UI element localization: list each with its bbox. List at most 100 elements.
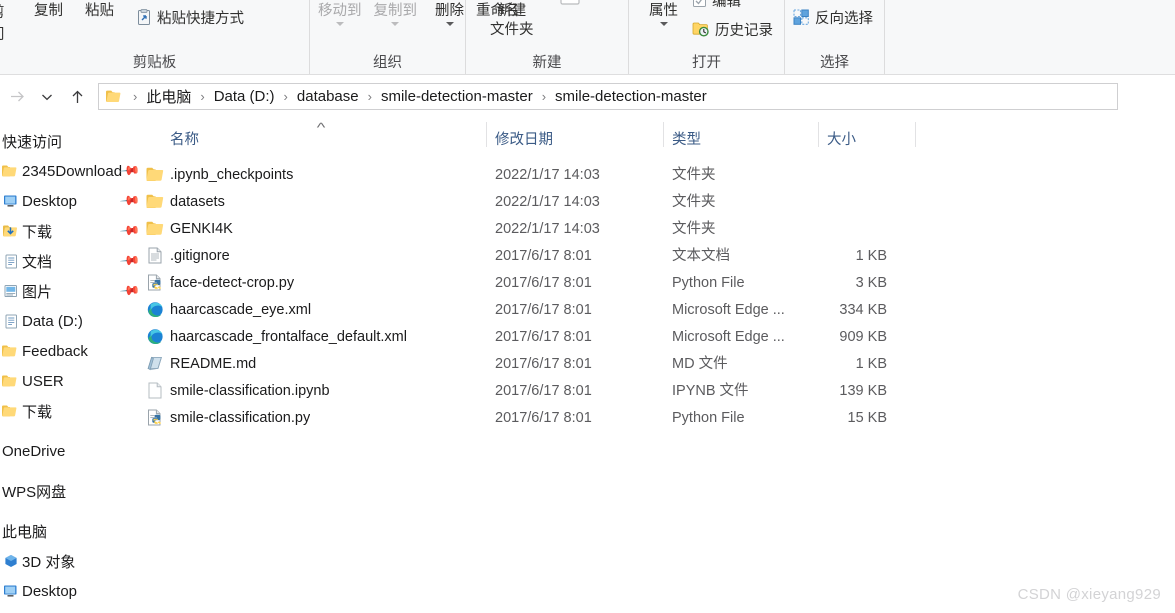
column-header-type[interactable]: 类型 xyxy=(672,128,701,149)
sidebar-item-desktop-2-label: Desktop xyxy=(22,582,78,600)
column-header-date[interactable]: 修改日期 xyxy=(495,128,553,149)
file-list[interactable]: .ipynb_checkpoints 2022/1/17 14:03 文件夹 d… xyxy=(146,162,1175,613)
sidebar-section-this-pc[interactable]: 此电脑 xyxy=(0,516,146,546)
breadcrumb-item-1[interactable]: Data (D:) xyxy=(212,88,277,105)
downloads-icon xyxy=(0,222,18,240)
file-type: Python File xyxy=(672,410,745,426)
breadcrumb-item-4[interactable]: smile-detection-master xyxy=(553,88,709,105)
sidebar-item-documents[interactable]: 文档 📌 xyxy=(0,246,146,276)
delete-button[interactable]: 删除 xyxy=(429,2,470,26)
ribbon-group-clipboard: 剪 问 复制 粘贴 xyxy=(0,0,310,74)
file-type: MD 文件 xyxy=(672,356,728,372)
copy-button[interactable]: 复制 xyxy=(28,0,69,21)
recent-locations-chevron-down-icon[interactable] xyxy=(32,82,62,112)
table-row[interactable]: GENKI4K 2022/1/17 14:03 文件夹 xyxy=(146,216,1175,243)
table-row[interactable]: haarcascade_eye.xml 2017/6/17 8:01 Micro… xyxy=(146,297,1175,324)
address-input[interactable]: › 此电脑 › Data (D:) › database › smile-det… xyxy=(98,83,1118,110)
history-button-label: 历史记录 xyxy=(715,22,773,39)
pin-icon[interactable]: 📌 xyxy=(119,190,141,213)
up-arrow-icon[interactable] xyxy=(62,82,92,112)
file-name: smile-classification.py xyxy=(170,410,311,426)
file-name: .ipynb_checkpoints xyxy=(170,167,294,183)
column-divider-2[interactable] xyxy=(818,122,819,147)
sidebar-item-desktop-label: Desktop xyxy=(22,192,78,210)
md-file-icon xyxy=(146,355,165,374)
table-row[interactable]: .ipynb_checkpoints 2022/1/17 14:03 文件夹 xyxy=(146,162,1175,189)
move-to-caret-icon xyxy=(335,22,344,26)
file-type: 文本文档 xyxy=(672,248,730,264)
pin-icon[interactable]: 📌 xyxy=(119,280,141,303)
file-name: haarcascade_eye.xml xyxy=(170,302,312,318)
new-folder-button[interactable]: 新建 文件夹 xyxy=(484,2,540,40)
sidebar-item-2345download[interactable]: 2345Download 📌 xyxy=(0,156,146,186)
sidebar-item-data-d[interactable]: Data (D:) xyxy=(0,306,146,336)
column-divider-0[interactable] xyxy=(486,122,487,147)
sidebar-section-quick-access[interactable]: 快速访问 xyxy=(0,126,146,156)
sidebar-item-data-d-label: Data (D:) xyxy=(22,312,83,330)
sidebar-item-desktop-2[interactable]: Desktop xyxy=(0,576,146,606)
breadcrumb-item-0[interactable]: 此电脑 xyxy=(144,86,193,107)
edit-checkbox-icon xyxy=(692,0,707,8)
copy-to-button[interactable]: 复制到 xyxy=(368,2,424,26)
invert-selection-button[interactable]: 反向选择 xyxy=(793,4,873,30)
ribbon-group-open-body: 属性 编辑 历史记录 xyxy=(629,0,784,53)
sidebar-item-3d-objects[interactable]: 3D 对象 xyxy=(0,546,146,576)
pictures-icon xyxy=(0,282,18,300)
file-size xyxy=(766,216,887,243)
clipped-pin-label: 问 xyxy=(0,24,14,46)
edit-button[interactable]: 编辑 xyxy=(692,0,773,10)
table-row[interactable]: face-detect-crop.py 2017/6/17 8:01 Pytho… xyxy=(146,270,1175,297)
column-divider-3[interactable] xyxy=(915,122,916,147)
paste-button[interactable]: 粘贴 xyxy=(79,0,120,21)
ribbon-group-clipboard-body: 剪 问 复制 粘贴 xyxy=(0,0,309,53)
file-name: .gitignore xyxy=(170,248,230,264)
table-row[interactable]: .gitignore 2017/6/17 8:01 文本文档 1 KB xyxy=(146,243,1175,270)
new-item-clipped-icon xyxy=(559,0,582,8)
breadcrumb-separator-3: › xyxy=(367,89,372,104)
move-to-button[interactable]: 移动到 xyxy=(312,2,368,26)
sidebar-item-downloads[interactable]: 下载 📌 xyxy=(0,216,146,246)
navigation-pane[interactable]: 快速访问 2345Download 📌 Desktop 📌 下载 📌 文档 📌 … xyxy=(0,118,146,613)
sidebar-section-wps-cloud[interactable]: WPS网盘 xyxy=(0,476,146,506)
blank-file-icon xyxy=(146,382,165,401)
sidebar-item-desktop[interactable]: Desktop 📌 xyxy=(0,186,146,216)
sidebar-item-user[interactable]: USER xyxy=(0,366,146,396)
column-header-size[interactable]: 大小 xyxy=(827,128,856,149)
delete-button-label: 删除 xyxy=(435,3,464,19)
folder-icon xyxy=(105,89,122,104)
file-date: 2017/6/17 8:01 xyxy=(495,329,592,345)
breadcrumb-item-3[interactable]: smile-detection-master xyxy=(379,88,535,105)
python-file-icon xyxy=(146,274,165,293)
forward-arrow-icon[interactable] xyxy=(2,82,32,112)
ribbon-group-open: 属性 编辑 历史记录 打开 xyxy=(629,0,785,74)
file-size: 139 KB xyxy=(839,383,887,399)
table-row[interactable]: haarcascade_frontalface_default.xml 2017… xyxy=(146,324,1175,351)
column-divider-1[interactable] xyxy=(663,122,664,147)
file-type: Python File xyxy=(672,275,745,291)
pin-icon[interactable]: 📌 xyxy=(119,250,141,273)
file-name: haarcascade_frontalface_default.xml xyxy=(170,329,407,345)
sidebar-item-feedback[interactable]: Feedback xyxy=(0,336,146,366)
table-row[interactable]: README.md 2017/6/17 8:01 MD 文件 1 KB xyxy=(146,351,1175,378)
table-row[interactable]: smile-classification.ipynb 2017/6/17 8:0… xyxy=(146,378,1175,405)
table-row[interactable]: datasets 2022/1/17 14:03 文件夹 xyxy=(146,189,1175,216)
file-name: datasets xyxy=(170,194,225,210)
sidebar-item-downloads-2[interactable]: 下载 xyxy=(0,396,146,426)
history-button[interactable]: 历史记录 xyxy=(692,16,773,42)
breadcrumb-item-2[interactable]: database xyxy=(295,88,361,105)
properties-button[interactable]: 属性 xyxy=(643,2,684,26)
breadcrumb-separator-1: › xyxy=(200,89,205,104)
sidebar-item-pictures[interactable]: 图片 📌 xyxy=(0,276,146,306)
sidebar-item-2345download-label: 2345Download xyxy=(22,162,123,180)
sidebar-section-onedrive[interactable]: OneDrive xyxy=(0,436,146,466)
paste-shortcut-icon xyxy=(136,8,152,26)
table-row[interactable]: smile-classification.py 2017/6/17 8:01 P… xyxy=(146,405,1175,432)
column-headers: 名称 ^ 修改日期 类型 大小 xyxy=(146,118,1175,161)
paste-shortcut-button[interactable]: 粘贴快捷方式 xyxy=(136,4,244,30)
sort-ascending-icon: ^ xyxy=(316,120,326,135)
pin-icon[interactable]: 📌 xyxy=(119,220,141,243)
file-date: 2022/1/17 14:03 xyxy=(495,167,600,183)
column-header-name[interactable]: 名称 xyxy=(170,128,199,149)
open-small-buttons: 编辑 历史记录 xyxy=(692,0,773,42)
file-date: 2022/1/17 14:03 xyxy=(495,221,600,237)
